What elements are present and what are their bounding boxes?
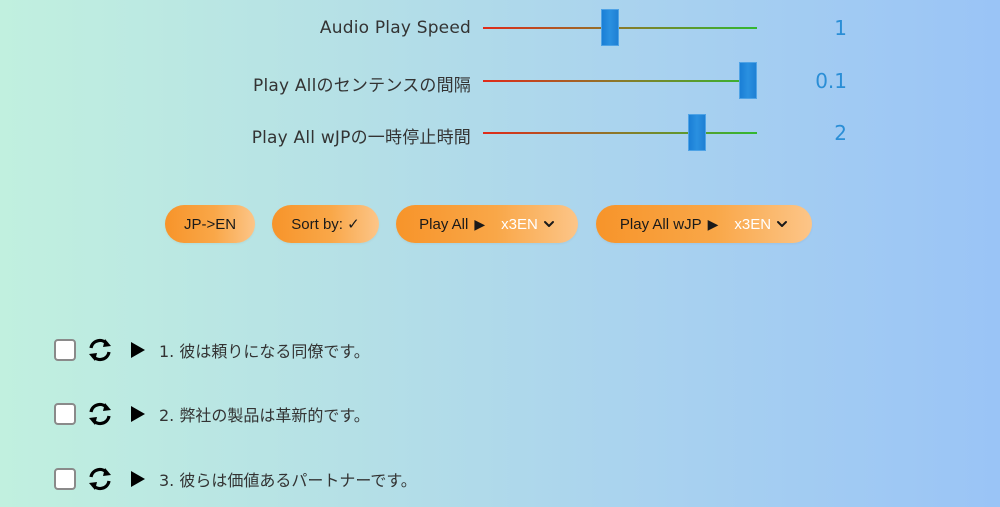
jp-en-toggle-button[interactable]: JP->EN [165, 205, 255, 243]
refresh-icon[interactable] [86, 336, 114, 364]
item-checkbox[interactable] [54, 403, 76, 425]
item-checkbox[interactable] [54, 339, 76, 361]
play-all-wjp-button[interactable]: Play All wJP ▶ x3EN [596, 205, 812, 243]
slider-value: 0.1 [815, 69, 847, 93]
slider-thumb[interactable] [601, 9, 619, 46]
slider-value: 2 [834, 121, 847, 145]
slider-thumb[interactable] [688, 114, 706, 151]
play-icon[interactable] [130, 470, 146, 488]
chevron-down-icon[interactable] [776, 218, 788, 230]
list-item: 3. 彼らは価値あるパートナーです。 [54, 467, 417, 491]
control-buttons: JP->EN Sort by: ✓ Play All ▶ x3EN Play A… [0, 205, 1000, 243]
wjp-pause-time-slider[interactable] [483, 114, 757, 151]
play-icon: ▶ [707, 215, 719, 232]
audio-play-speed-slider[interactable] [483, 9, 757, 46]
sort-by-button[interactable]: Sort by: ✓ [272, 205, 379, 243]
button-label: Play All [419, 215, 469, 233]
sentence-text[interactable]: 2. 弊社の製品は革新的です。 [159, 402, 370, 426]
slider-label: Audio Play Speed [319, 18, 471, 38]
play-all-button[interactable]: Play All ▶ x3EN [396, 205, 578, 243]
repeat-option[interactable]: x3EN [734, 216, 771, 233]
chevron-down-icon[interactable] [543, 218, 555, 230]
button-label: Sort by: ✓ [291, 216, 360, 233]
slider-thumb[interactable] [739, 62, 757, 99]
item-checkbox[interactable] [54, 468, 76, 490]
slider-row-sentence-interval: Play Allのセンテンスの間隔 0.1 [0, 61, 1000, 101]
slider-row-audio-play-speed: Audio Play Speed 1 [0, 8, 1000, 48]
sentence-text[interactable]: 1. 彼は頼りになる同僚です。 [159, 338, 370, 362]
slider-label: Play All wJPの一時停止時間 [251, 128, 471, 148]
list-item: 1. 彼は頼りになる同僚です。 [54, 338, 370, 362]
sentence-text[interactable]: 3. 彼らは価値あるパートナーです。 [159, 467, 417, 491]
refresh-icon[interactable] [86, 400, 114, 428]
slider-row-wjp-pause-time: Play All wJPの一時停止時間 2 [0, 113, 1000, 153]
button-label: JP->EN [183, 215, 237, 233]
play-icon: ▶ [474, 215, 486, 232]
slider-label: Play Allのセンテンスの間隔 [253, 76, 471, 96]
slider-value: 1 [834, 16, 847, 40]
list-item: 2. 弊社の製品は革新的です。 [54, 402, 370, 426]
play-icon[interactable] [130, 341, 146, 359]
sentence-interval-slider[interactable] [483, 62, 757, 99]
button-label: Play All wJP [619, 215, 702, 233]
play-icon[interactable] [130, 405, 146, 423]
repeat-option[interactable]: x3EN [501, 216, 538, 233]
refresh-icon[interactable] [86, 465, 114, 493]
